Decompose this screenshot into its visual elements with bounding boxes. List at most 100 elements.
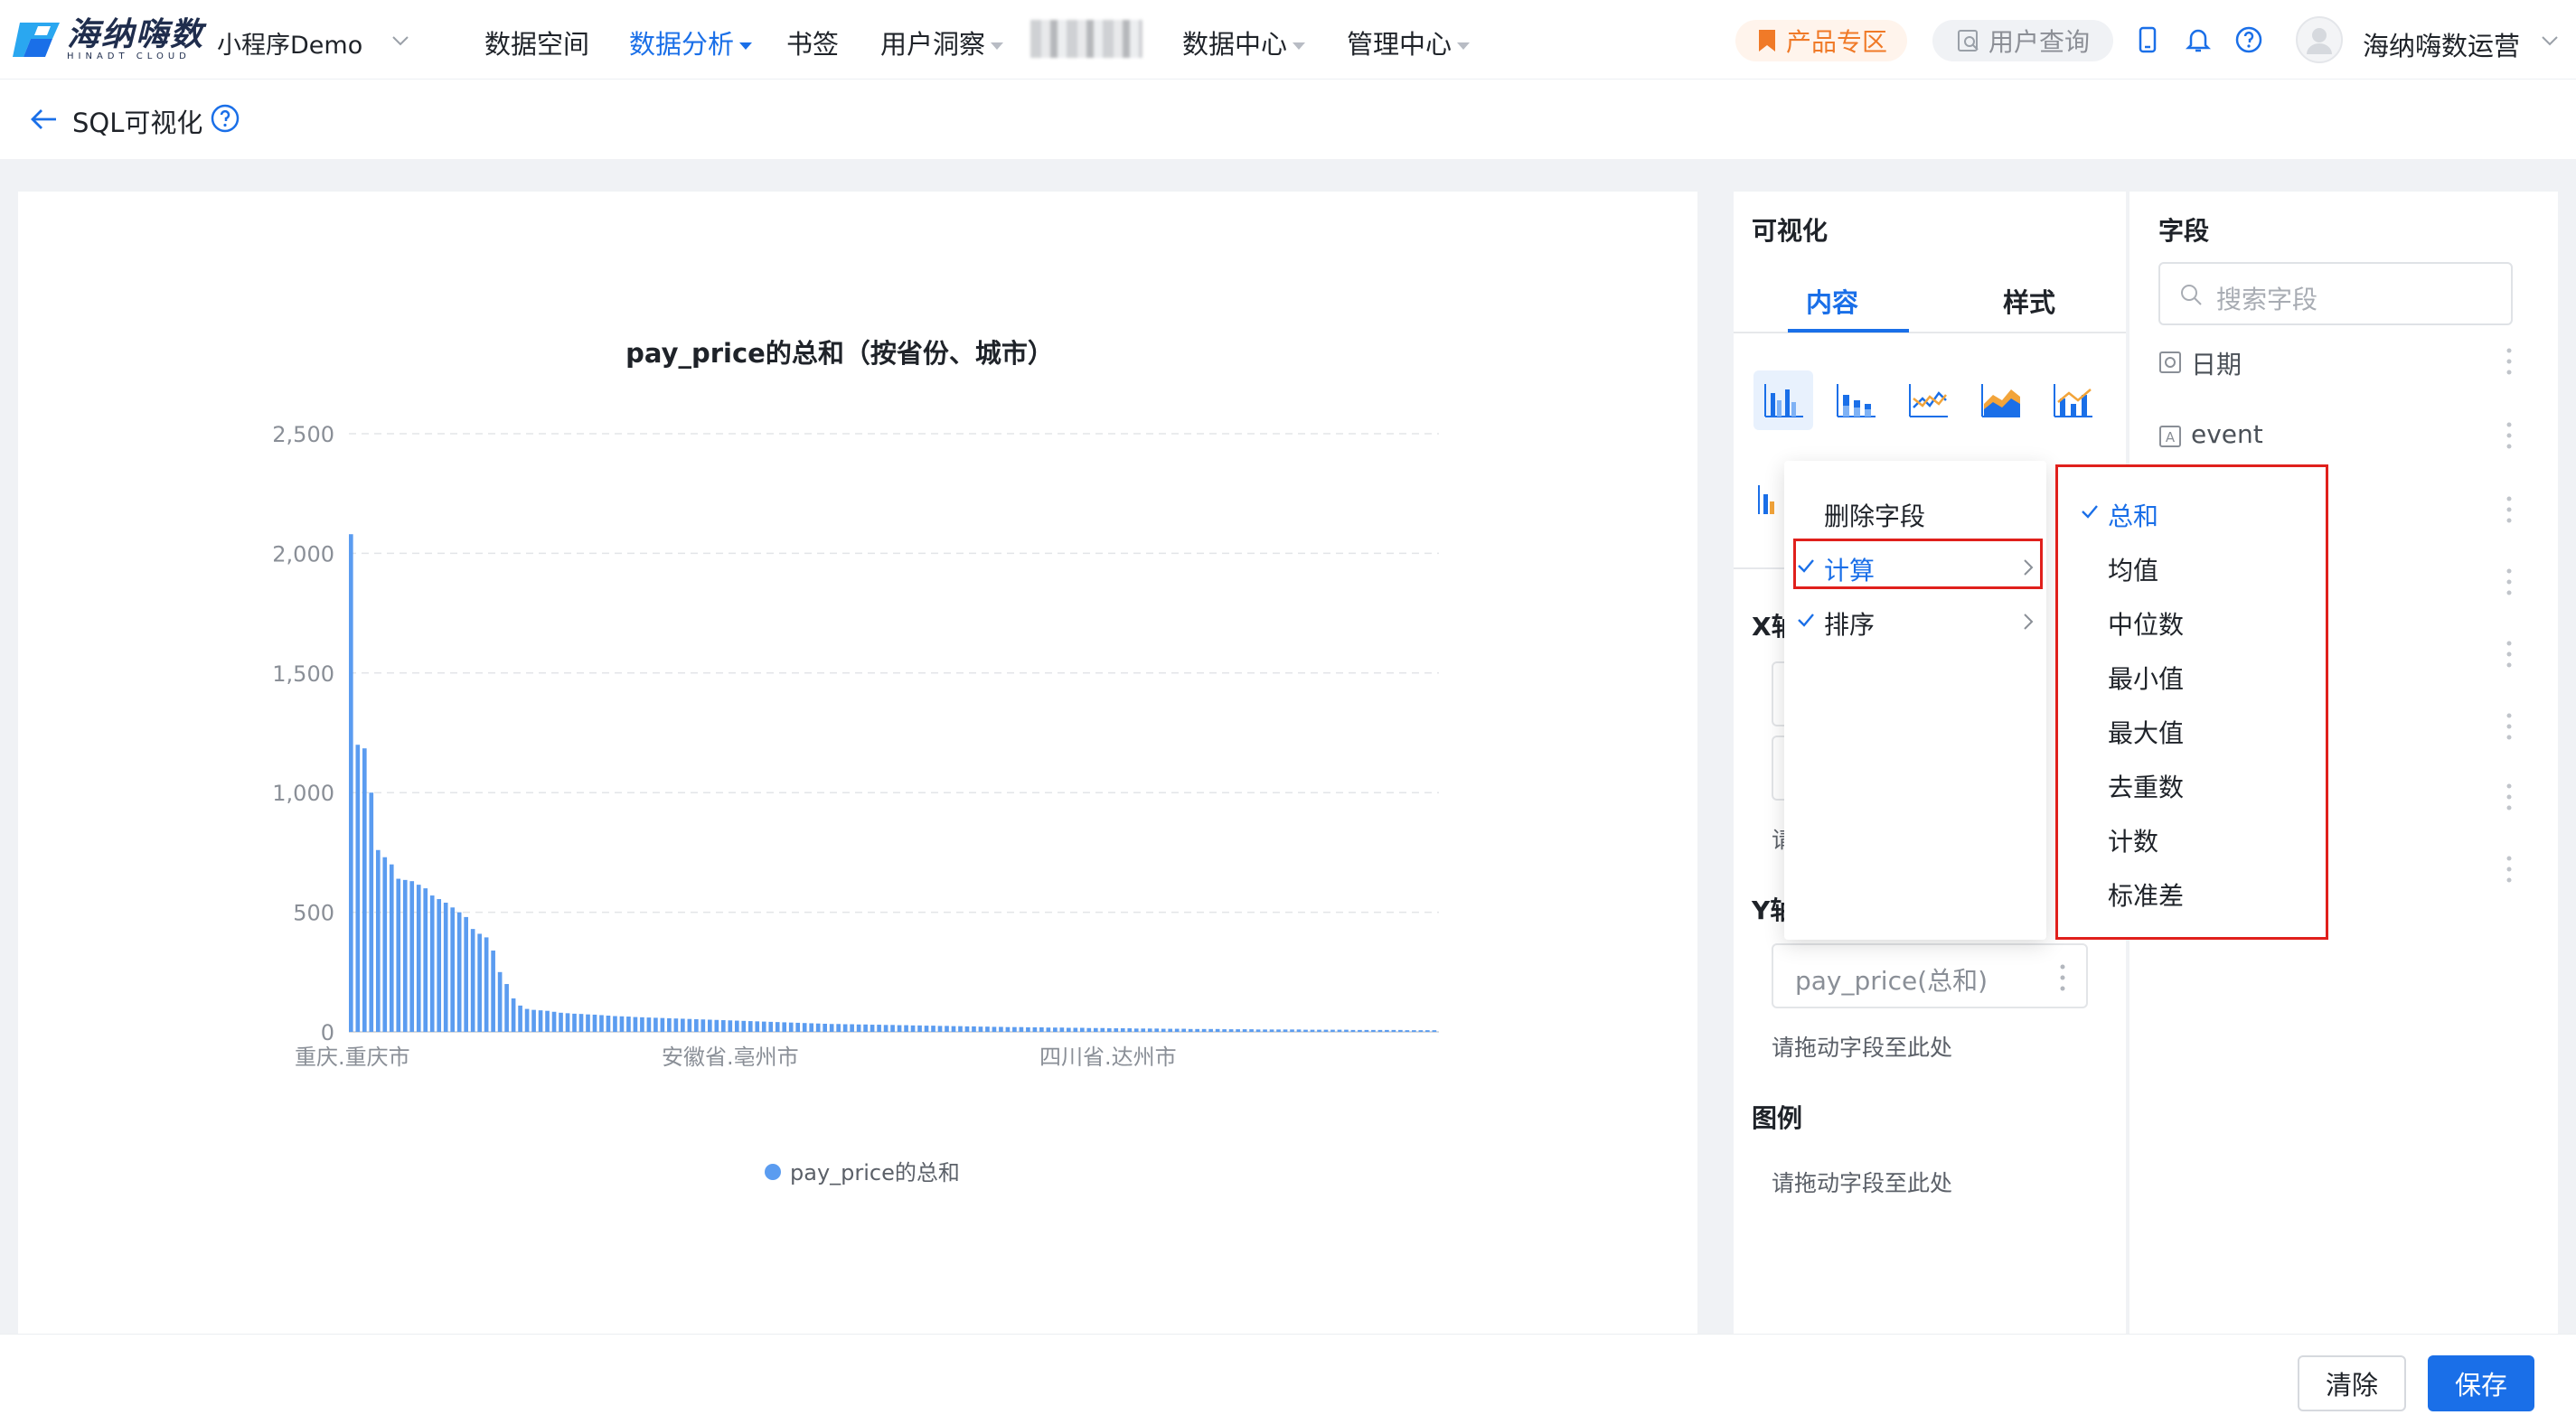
bar — [700, 1019, 706, 1032]
bar — [504, 984, 509, 1032]
date-field-icon — [2159, 351, 2181, 373]
bar — [1385, 1029, 1389, 1032]
chart-type-combo[interactable] — [2043, 370, 2102, 430]
bar — [1141, 1028, 1146, 1032]
bar — [985, 1026, 990, 1032]
bar — [599, 1015, 604, 1032]
chart-type-bar[interactable] — [1753, 370, 1813, 430]
bar — [890, 1025, 895, 1032]
bar — [1181, 1028, 1186, 1032]
bar — [708, 1019, 712, 1032]
bar — [1269, 1029, 1274, 1032]
bar — [1215, 1028, 1220, 1032]
x-tick-label: 重庆.重庆市 — [295, 1045, 410, 1070]
more-vertical-icon[interactable] — [2505, 566, 2513, 598]
highlight-calculate — [1793, 539, 2043, 589]
bar — [443, 903, 448, 1032]
visualization-heading: 可视化 — [1752, 216, 1829, 246]
section-divider — [1734, 567, 1788, 569]
bar — [538, 1010, 543, 1032]
bar — [1174, 1028, 1180, 1032]
bar — [1391, 1029, 1396, 1032]
bar — [355, 745, 361, 1032]
bar — [429, 895, 435, 1032]
more-vertical-icon[interactable] — [2505, 638, 2513, 670]
search-placeholder: 搜索字段 — [2216, 285, 2318, 314]
bar — [1303, 1029, 1308, 1032]
bar — [1208, 1028, 1213, 1032]
menu-item-sort[interactable]: 排序 — [1824, 605, 1875, 642]
field-item[interactable]: A event — [2158, 419, 2520, 455]
tab-style[interactable]: 样式 — [2003, 282, 2055, 320]
clear-button[interactable]: 清除 — [2298, 1355, 2406, 1411]
bar — [1364, 1029, 1369, 1032]
chevron-right-icon — [2024, 614, 2034, 630]
legend-drop-hint: 请拖动字段至此处 — [1772, 1170, 1953, 1196]
bar — [775, 1022, 780, 1032]
more-vertical-icon[interactable] — [2505, 781, 2513, 813]
chart-type-area[interactable] — [1970, 370, 2030, 430]
bar — [863, 1024, 868, 1032]
bar — [518, 1005, 522, 1032]
bar — [1249, 1029, 1254, 1032]
bar — [1161, 1028, 1166, 1032]
bar — [1019, 1026, 1024, 1032]
tab-active-indicator — [1788, 329, 1909, 333]
y-tick-label: 1,500 — [272, 661, 334, 687]
footer-bar — [0, 1334, 2576, 1415]
bar — [836, 1024, 841, 1032]
chart-type-stacked-bar[interactable] — [1826, 370, 1885, 430]
bar — [1371, 1029, 1376, 1032]
legend-section-label: 图例 — [1752, 1103, 1803, 1133]
more-vertical-icon[interactable] — [2505, 710, 2513, 743]
save-button[interactable]: 保存 — [2428, 1355, 2534, 1411]
more-vertical-icon[interactable] — [2059, 961, 2066, 994]
bar — [1236, 1029, 1240, 1032]
bar — [477, 933, 482, 1032]
bar — [992, 1026, 997, 1032]
bar — [470, 929, 475, 1032]
bar — [755, 1021, 760, 1032]
more-vertical-icon[interactable] — [2505, 853, 2513, 886]
bar — [904, 1025, 908, 1032]
bar — [1276, 1029, 1281, 1032]
more-vertical-icon[interactable] — [2505, 345, 2513, 378]
bar — [653, 1017, 658, 1032]
bar — [842, 1024, 848, 1032]
bar — [369, 792, 374, 1032]
text-field-icon: A — [2159, 426, 2181, 447]
bar-chart-icon — [1758, 485, 1774, 514]
bar — [1100, 1027, 1105, 1032]
svg-text:A: A — [2166, 429, 2176, 445]
chart-type-more[interactable] — [1753, 470, 1781, 529]
bar — [924, 1026, 929, 1032]
bar — [870, 1025, 875, 1032]
tab-content[interactable]: 内容 — [1806, 282, 1858, 320]
more-vertical-icon[interactable] — [2505, 419, 2513, 452]
bar — [1242, 1029, 1247, 1032]
bar — [646, 1017, 652, 1032]
bar — [883, 1025, 888, 1032]
bar — [491, 950, 495, 1032]
combo-chart-icon — [2054, 384, 2092, 417]
bar — [551, 1011, 557, 1032]
bar — [1073, 1027, 1078, 1032]
chart-type-line[interactable] — [1898, 370, 1958, 430]
bar — [1398, 1029, 1403, 1032]
bar — [423, 888, 428, 1032]
more-vertical-icon[interactable] — [2505, 493, 2513, 526]
bar — [1086, 1027, 1092, 1032]
bar — [633, 1017, 638, 1032]
bar — [1188, 1028, 1193, 1032]
bar — [931, 1026, 935, 1032]
y-axis-field-chip[interactable]: pay_price(总和) — [1772, 943, 2088, 1008]
bar — [1195, 1028, 1199, 1032]
bar — [1263, 1029, 1267, 1032]
menu-item-delete-field[interactable]: 删除字段 — [1824, 497, 1925, 533]
bar — [1222, 1029, 1227, 1032]
search-input[interactable]: 搜索字段 — [2158, 262, 2513, 325]
stacked-bar-icon — [1837, 384, 1876, 417]
bar — [1255, 1029, 1261, 1032]
field-item[interactable]: 日期 — [2158, 345, 2520, 381]
bar — [1418, 1030, 1424, 1032]
